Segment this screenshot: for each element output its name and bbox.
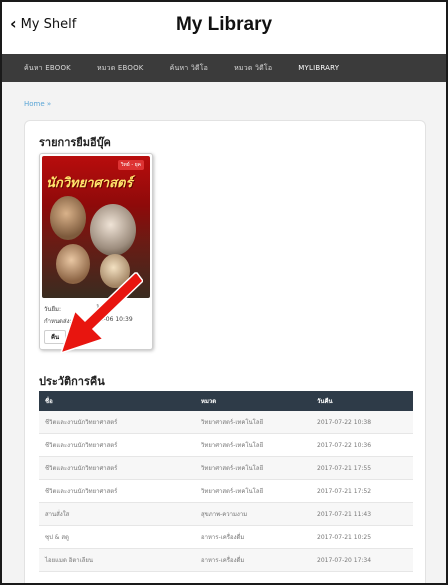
cell-name: ไอยแมด อิตาเลียน [45, 557, 93, 564]
table-header: ชื่อ หมวด วันคืน [39, 391, 413, 411]
cell-category: วิทยาศาสตร์-เทคโนโลยี [201, 488, 264, 495]
history-table: ชื่อ หมวด วันคืน ชีวิตและงานนักวิทยาศาสต… [39, 391, 413, 572]
library-card: รายการยืมอีบุ๊ค วิทย์ - ยุค นักวิทยาศาสต… [24, 120, 426, 583]
portrait-image [90, 204, 136, 256]
app-frame: ‹ My Shelf My Library ค้นหา EBOOK หมวด E… [0, 0, 448, 585]
table-row[interactable]: ชีวิตและงานนักวิทยาศาสตร์ วิทยาศาสตร์-เทค… [39, 457, 413, 480]
history-heading: ประวัติการคืน [39, 375, 105, 388]
cell-category: วิทยาศาสตร์-เทคโนโลยี [201, 465, 264, 472]
column-header-name: ชื่อ [45, 398, 53, 405]
column-header-category: หมวด [201, 398, 217, 405]
table-row[interactable]: ชีวิตและงานนักวิทยาศาสตร์ วิทยาศาสตร์-เทค… [39, 411, 413, 434]
cell-name: สานสั่งใส [45, 511, 70, 518]
cell-name: ชีวิตและงานนักวิทยาศาสตร์ [45, 465, 118, 472]
cell-return-date: 2017-07-21 17:52 [317, 487, 372, 495]
cell-category: วิทยาศาสตร์-เทคโนโลยี [201, 442, 264, 449]
top-bar: ‹ My Shelf My Library [2, 2, 446, 54]
tab-mylibrary[interactable]: MYLIBRARY [298, 64, 339, 72]
cell-name: ซุป & สตู [45, 534, 69, 541]
cell-name: ชีวิตและงานนักวิทยาศาสตร์ [45, 442, 118, 449]
table-body: ชีวิตและงานนักวิทยาศาสตร์วิทยาศาสตร์-เทค… [39, 411, 413, 572]
cell-category: วิทยาศาสตร์-เทคโนโลยี [201, 419, 264, 426]
tab-search-video[interactable]: ค้นหา วิดีโอ [170, 63, 208, 74]
tab-category-ebook[interactable]: หมวด EBOOK [97, 63, 144, 74]
nav-bar: ค้นหา EBOOK หมวด EBOOK ค้นหา วิดีโอ หมวด… [2, 54, 446, 82]
cell-return-date: 2017-07-22 10:38 [317, 418, 372, 426]
cell-category: อาหาร-เครื่องดื่ม [201, 557, 245, 564]
borrowed-heading: รายการยืมอีบุ๊ค [39, 136, 111, 149]
cell-name: ชีวิตและงานนักวิทยาศาสตร์ [45, 419, 118, 426]
table-row[interactable]: ชีวิตและงานนักวิทยาศาสตร์ วิทยาศาสตร์-เทค… [39, 480, 413, 503]
cell-category: สุขภาพ-ความงาม [201, 511, 248, 518]
annotation-arrow-icon [59, 272, 143, 355]
table-row[interactable]: ไอยแมด อิตาเลียน อาหาร-เครื่องดื่ม 2017-07… [39, 549, 413, 572]
main-content: Home » รายการยืมอีบุ๊ค วิทย์ - ยุค นักวิ… [2, 82, 446, 583]
cell-name: ชีวิตและงานนักวิทยาศาสตร์ [45, 488, 118, 495]
breadcrumb[interactable]: Home » [24, 100, 51, 108]
table-row[interactable]: ชีวิตและงานนักวิทยาศาสตร์ วิทยาศาสตร์-เทค… [39, 434, 413, 457]
table-row[interactable]: ซุป & สตู อาหาร-เครื่องดื่ม 2017-07-21 10:… [39, 526, 413, 549]
cell-return-date: 2017-07-21 11:43 [317, 510, 372, 518]
tab-category-video[interactable]: หมวด วิดีโอ [234, 63, 272, 74]
cell-return-date: 2017-07-21 17:55 [317, 464, 372, 472]
cell-category: อาหาร-เครื่องดื่ม [201, 534, 245, 541]
table-row[interactable]: สานสั่งใส สุขภาพ-ความงาม 2017-07-21 11:43 [39, 503, 413, 526]
cover-badge: วิทย์ - ยุค [117, 160, 144, 170]
portrait-image [50, 196, 86, 240]
cell-return-date: 2017-07-22 10:36 [317, 441, 372, 449]
tab-search-ebook[interactable]: ค้นหา EBOOK [24, 63, 71, 74]
cell-return-date: 2017-07-20 17:34 [317, 556, 372, 564]
page-title: My Library [175, 14, 273, 35]
column-header-return-date: วันคืน [317, 398, 333, 405]
cell-return-date: 2017-07-21 10:25 [317, 533, 372, 541]
cover-title: นักวิทยาศาสตร์ [46, 176, 133, 191]
